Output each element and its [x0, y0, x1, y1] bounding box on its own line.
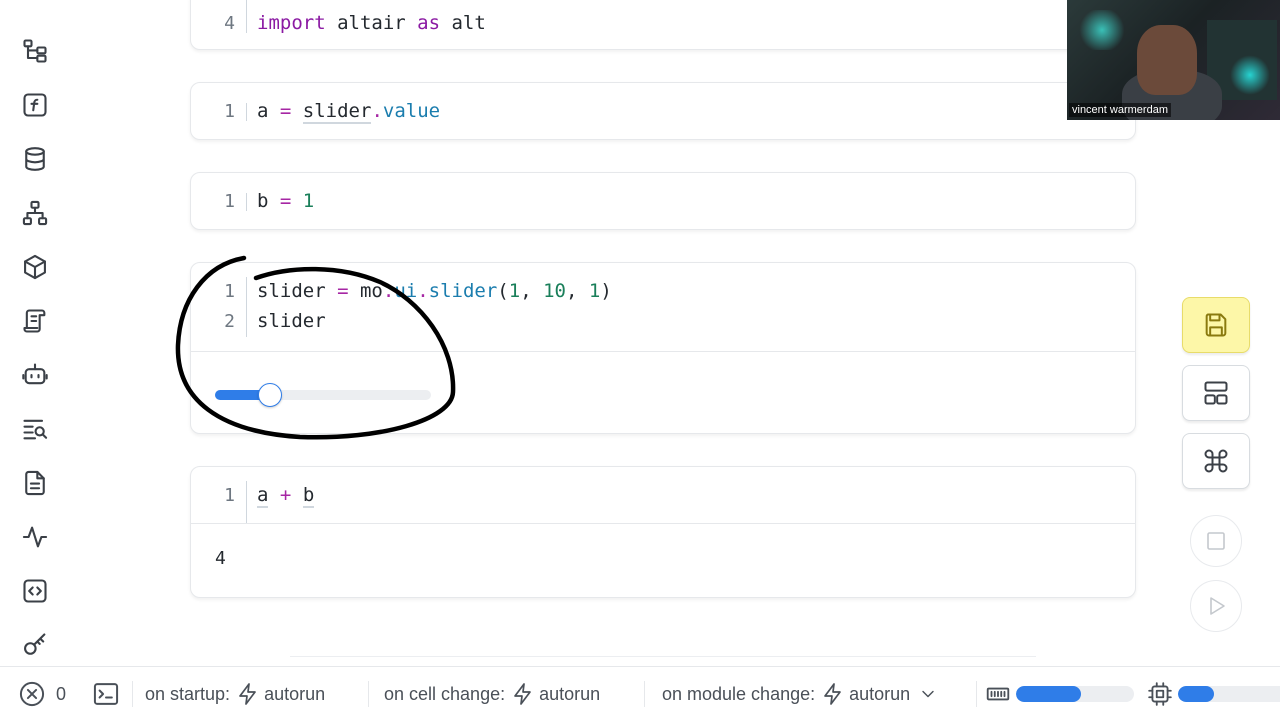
stop-icon	[1207, 532, 1225, 550]
line-number: 1	[224, 281, 235, 302]
layout-icon	[1204, 381, 1228, 405]
next-cell-edge	[290, 656, 1036, 660]
cpu-usage-bar	[1178, 686, 1280, 702]
command-palette-button[interactable]	[1182, 433, 1250, 489]
lightning-icon	[239, 683, 256, 705]
line-number: 1	[224, 101, 235, 122]
code-line[interactable]: b = 1	[257, 187, 314, 217]
status-bar: 0 on startup: autorun on cell change: au…	[0, 666, 1280, 720]
layout-button[interactable]	[1182, 365, 1250, 421]
startup-autorun-toggle[interactable]: on startup: autorun	[145, 667, 325, 720]
divider	[644, 681, 645, 707]
code-line[interactable]: a = slider.value	[257, 97, 440, 127]
memory-usage-fill	[1016, 686, 1081, 702]
slider-thumb[interactable]	[257, 383, 282, 407]
memory-usage-bar	[1016, 686, 1134, 702]
code-line[interactable]: a + b	[257, 481, 315, 511]
startup-label: on startup:	[145, 683, 231, 704]
code-cell-a[interactable]: 1 a = slider.value	[190, 82, 1136, 140]
cell-change-label: on cell change:	[384, 683, 506, 704]
divider	[132, 681, 133, 707]
play-icon	[1210, 597, 1225, 615]
code-line[interactable]: slider = mo.ui.slider(1, 10, 1)	[257, 277, 612, 307]
slider-track[interactable]	[215, 383, 431, 407]
memory-indicator[interactable]	[985, 667, 1011, 720]
cell-change-autorun-toggle[interactable]: on cell change: autorun	[384, 667, 600, 720]
terminal-icon	[93, 683, 119, 705]
scroll-docs-icon[interactable]	[14, 300, 56, 342]
lightning-icon	[514, 683, 531, 705]
cpu-icon	[1148, 682, 1172, 706]
line-number: 1	[224, 485, 235, 506]
left-sidebar	[0, 0, 70, 666]
errors-indicator[interactable]: 0	[18, 667, 66, 720]
line-number: 1	[224, 191, 235, 212]
command-icon	[1204, 449, 1228, 473]
cell-output: 4	[191, 523, 1135, 597]
module-change-autorun-select[interactable]: on module change: autorun	[662, 667, 938, 720]
activity-icon[interactable]	[14, 516, 56, 558]
code-line[interactable]: slider	[257, 307, 326, 337]
chevron-down-icon	[922, 690, 934, 698]
error-count: 0	[56, 683, 67, 704]
packages-box-icon[interactable]	[14, 246, 56, 288]
startup-value: autorun	[264, 683, 326, 704]
cpu-indicator[interactable]	[1147, 667, 1173, 720]
module-change-value: autorun	[849, 683, 911, 704]
document-icon[interactable]	[14, 462, 56, 504]
code-cell-imports[interactable]: 4 import altair as alt	[190, 0, 1136, 50]
line-number: 2	[224, 310, 235, 332]
key-icon[interactable]	[14, 624, 56, 666]
webcam-video: vincent warmerdam	[1067, 0, 1280, 120]
video-name-label: vincent warmerdam	[1069, 103, 1171, 117]
error-circle-icon	[19, 681, 45, 707]
save-button[interactable]	[1182, 297, 1250, 353]
video-light	[1077, 10, 1127, 50]
function-icon[interactable]	[14, 84, 56, 126]
cpu-usage-fill	[1178, 686, 1214, 702]
files-tree-icon[interactable]	[14, 30, 56, 72]
code-cell-slider[interactable]: 1 slider = mo.ui.slider(1, 10, 1) 2 slid…	[190, 262, 1136, 434]
dependency-graph-icon[interactable]	[14, 192, 56, 234]
cell-output	[191, 351, 1135, 433]
run-button[interactable]	[1190, 580, 1242, 632]
memory-icon	[986, 687, 1010, 701]
output-value: 4	[215, 548, 226, 569]
divider	[368, 681, 369, 707]
code-line[interactable]: import altair as alt	[257, 9, 486, 39]
search-list-icon[interactable]	[14, 408, 56, 450]
code-cell-b[interactable]: 1 b = 1	[190, 172, 1136, 230]
ai-bot-icon[interactable]	[14, 354, 56, 396]
save-icon	[1205, 313, 1227, 337]
database-icon[interactable]	[14, 138, 56, 180]
code-file-icon[interactable]	[14, 570, 56, 612]
video-person-head	[1137, 25, 1197, 95]
code-cell-sum[interactable]: 1 a + b 4	[190, 466, 1136, 598]
module-change-label: on module change:	[662, 683, 816, 704]
terminal-button[interactable]	[92, 667, 120, 720]
lightning-icon	[824, 683, 841, 705]
divider	[976, 681, 977, 707]
line-number: 4	[224, 13, 235, 34]
stop-button[interactable]	[1190, 515, 1242, 567]
video-light	[1230, 55, 1270, 95]
cell-change-value: autorun	[539, 683, 601, 704]
